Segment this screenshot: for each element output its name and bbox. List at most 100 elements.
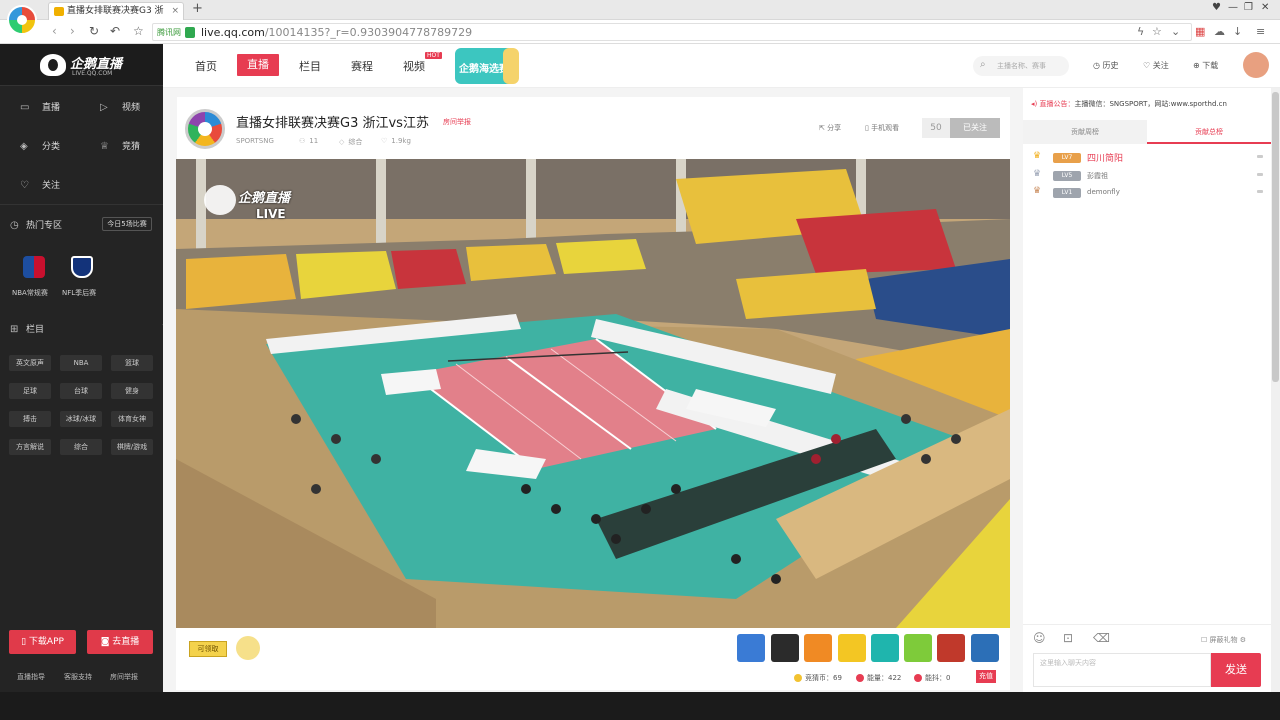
skin-icon[interactable]: ♥ [1212,2,1221,13]
back-icon[interactable]: ‹ [52,24,57,38]
trophy-icon: ♕ [100,141,109,152]
trash-icon[interactable]: ⌫ [1093,631,1110,645]
refresh-icon[interactable]: ↻ [89,24,99,38]
category-item[interactable]: 搏击 [9,411,51,427]
apps-icon[interactable]: ▦ [1195,25,1205,38]
footer-link-support[interactable]: 客服支持 [64,672,92,682]
rank-row[interactable]: ♛ LV5 彭霞祖 [1033,169,1263,183]
category-item[interactable]: 棋牌/游戏 [111,439,153,455]
nav-schedule[interactable]: 赛程 [351,58,373,74]
sidebar-item-live[interactable]: ▭ 直播 [20,100,60,113]
room-category[interactable]: ◇ 综合 [339,137,362,147]
download-label: 下载 [1202,61,1219,70]
tab-close-icon[interactable]: × [171,3,179,19]
follow-nav-button[interactable]: ♡ 关注 [1143,60,1169,71]
category-item[interactable]: 英文原声 [9,355,51,371]
maximize-icon[interactable]: ❐ [1244,2,1253,13]
gift-item[interactable] [804,634,832,662]
category-item[interactable]: 篮球 [111,355,153,371]
mobile-watch-button[interactable]: ▯ 手机观看 [865,123,899,133]
footer-link-guide[interactable]: 直播指导 [17,672,45,682]
gift-item[interactable] [737,634,765,662]
tab-total-rank[interactable]: 贡献总榜 [1147,120,1271,144]
category-item[interactable]: 方言解说 [9,439,51,455]
download-button[interactable]: ⊕ 下载 [1193,60,1218,71]
chat-input[interactable]: 这里输入聊天内容 [1033,653,1211,687]
gift-item[interactable] [971,634,999,662]
secure-label: 腾讯网 [157,28,181,37]
favorite-star-icon[interactable]: ☆ [133,24,144,38]
nav-video[interactable]: 视频 [403,58,425,74]
camera-icon: ◙ [100,637,113,647]
user-avatar[interactable] [1243,52,1269,78]
download-app-button[interactable]: ▯ 下载APP [9,630,76,654]
scrollbar-thumb[interactable] [1272,92,1279,382]
page-scrollbar[interactable] [1271,88,1280,692]
video-player[interactable]: 企鹅直播 LIVE [176,159,1010,628]
follow-button[interactable]: 已关注 [950,118,1000,138]
sidebar-item-follow[interactable]: ♡ 关注 [20,178,60,191]
minimize-icon[interactable]: — [1228,2,1238,13]
browser-logo-icon[interactable] [7,5,37,35]
rank-row[interactable]: ♛ LV7 四川简阳 [1033,151,1263,165]
clock-icon: ◷ [1093,61,1103,70]
rank-row[interactable]: ♛ LV1 demonfly [1033,186,1263,200]
send-button[interactable]: 发送 [1211,653,1261,687]
bookmark-star-icon[interactable]: ☆ [1152,25,1162,38]
tab-favicon-icon [54,7,64,16]
category-item[interactable]: 台球 [60,383,102,399]
gift-item[interactable] [904,634,932,662]
sidebar-item-guess[interactable]: ♕ 竞猜 [100,139,140,152]
nav-columns[interactable]: 栏目 [299,58,321,74]
gift-item[interactable] [771,634,799,662]
category-item[interactable]: 体育女神 [111,411,153,427]
promo-banner[interactable]: 企鹅海选赛 [455,48,519,84]
sidebar-item-category[interactable]: ◈ 分类 [20,139,60,152]
nba-logo-icon[interactable] [23,256,45,278]
hot-item-nfl[interactable]: NFL季后赛 [62,288,96,298]
anchor-name[interactable]: SPORTSNG [236,137,274,145]
room-avatar[interactable] [185,109,225,149]
history-button[interactable]: ◷ 历史 [1093,60,1119,71]
category-item[interactable]: 综合 [60,439,102,455]
category-item[interactable]: 冰球/冰球 [60,411,102,427]
undo-icon[interactable]: ↶ [110,24,120,38]
gift-item[interactable] [838,634,866,662]
new-tab-button[interactable]: + [192,1,203,16]
tab-week-rank[interactable]: 贡献周榜 [1023,120,1147,144]
shield-gift-toggle[interactable]: ☐ 屏蔽礼物 ⚙ [1201,635,1246,645]
charge-button[interactable]: 充值 [976,670,996,683]
browser-tab[interactable]: 直播女排联赛决赛G3 浙 × [48,2,184,20]
lock-icon[interactable]: ⊡ [1063,631,1073,645]
cloud-icon[interactable]: ☁ [1214,25,1225,38]
nav-home[interactable]: 首页 [195,58,217,74]
download-arrow-icon[interactable]: ↓ [1233,25,1242,38]
redeem-button[interactable]: 可领取 [189,641,227,657]
gift-item[interactable] [937,634,965,662]
go-live-label: 去直播 [112,637,140,647]
hot-item-nba[interactable]: NBA常规赛 [12,288,48,298]
today-matches-badge[interactable]: 今日5场比赛 [102,217,152,231]
close-window-icon[interactable]: ✕ [1261,2,1269,13]
search-input[interactable]: ⌕ 主播名称、赛事 [973,56,1069,76]
gift-item[interactable] [871,634,899,662]
forward-icon[interactable]: › [70,24,75,38]
dropdown-icon[interactable]: ⌄ [1171,25,1180,38]
share-button[interactable]: ⇱ 分享 [819,123,841,133]
lightning-icon[interactable]: ϟ [1137,25,1144,38]
hammer-icon[interactable] [236,636,260,660]
energy-value: 能量：422 [867,674,902,682]
emoji-icon[interactable]: ☺ [1033,631,1046,645]
site-logo[interactable]: 企鹅直播 LIVE.QQ.COM [0,44,163,86]
nav-live[interactable]: 直播 [237,54,279,76]
category-item[interactable]: 足球 [9,383,51,399]
sidebar-item-video[interactable]: ▷ 视频 [100,100,140,113]
footer-link-report[interactable]: 房间举报 [110,672,138,682]
menu-icon[interactable]: ≡ [1256,25,1265,38]
room-report-link[interactable]: 房间举报 [443,117,471,127]
category-item[interactable]: 健身 [111,383,153,399]
nfl-logo-icon[interactable] [71,256,93,278]
category-item[interactable]: NBA [60,355,102,371]
url-input[interactable]: 腾讯网 live.qq.com/10014135?_r=0.9303904778… [152,23,1192,41]
go-live-button[interactable]: ◙ 去直播 [87,630,153,654]
